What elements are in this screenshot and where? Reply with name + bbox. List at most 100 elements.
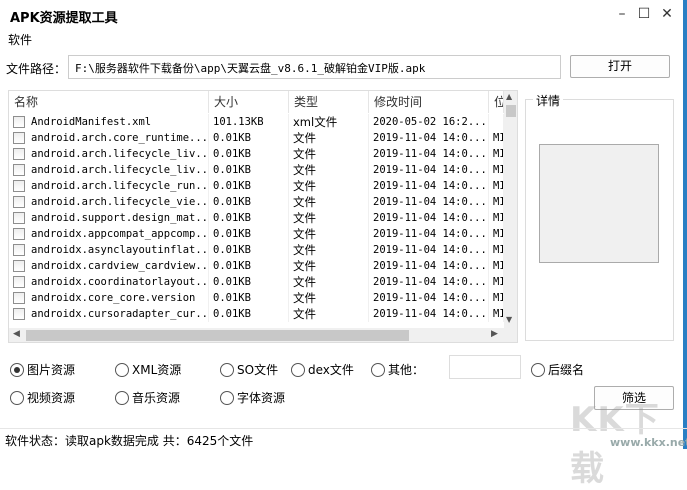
radio-dex[interactable]: dex文件 xyxy=(291,361,354,378)
column-header-type[interactable]: 类型 xyxy=(289,91,369,113)
window-edge xyxy=(683,0,687,449)
cell-type: 文件 xyxy=(289,178,369,194)
table-row[interactable]: android.arch.core_runtime.... 0.01KB 文件 201… xyxy=(9,130,504,146)
cell-type: 文件 xyxy=(289,258,369,274)
radio-label: 图片资源 xyxy=(27,363,76,377)
cell-size: 0.01KB xyxy=(209,258,289,274)
table-row[interactable]: android.arch.lifecycle_liv... 0.01KB 文件 201… xyxy=(9,146,504,162)
cell-name: androidx.cursoradapter_cur... xyxy=(9,306,209,322)
radio-label: 音乐资源 xyxy=(132,391,181,405)
menu-software[interactable]: 软件 xyxy=(8,31,32,48)
table-row[interactable]: androidx.cardview_cardview... 0.01KB 文件 201… xyxy=(9,258,504,274)
cell-type: 文件 xyxy=(289,274,369,290)
cell-modified: 2019-11-04 14:0... xyxy=(369,258,489,274)
cell-type: 文件 xyxy=(289,290,369,306)
cell-location: MI xyxy=(489,274,504,290)
table-row[interactable]: android.support.design_mat... 0.01KB 文件 201… xyxy=(9,210,504,226)
watermark-url: www.kkx.net xyxy=(610,436,687,449)
radio-video[interactable]: 视频资源 xyxy=(10,389,75,406)
cell-size: 0.01KB xyxy=(209,178,289,194)
cell-location xyxy=(489,114,504,130)
cell-type: xml文件 xyxy=(289,114,369,130)
cell-size: 0.01KB xyxy=(209,274,289,290)
scroll-down-icon[interactable]: ▼ xyxy=(506,315,512,324)
radio-so[interactable]: SO文件 xyxy=(220,361,278,378)
path-input[interactable]: F:\服务器软件下载备份\app\天翼云盘_v8.6.1_破解铂金VIP版.ap… xyxy=(68,55,561,79)
table-row[interactable]: android.arch.lifecycle_vie... 0.01KB 文件 201… xyxy=(9,194,504,210)
cell-modified: 2019-11-04 14:0... xyxy=(369,162,489,178)
scroll-up-icon[interactable]: ▲ xyxy=(506,92,512,101)
table-row[interactable]: android.arch.lifecycle_run... 0.01KB 文件 201… xyxy=(9,178,504,194)
table-row[interactable]: androidx.asynclayoutinflat... 0.01KB 文件 201… xyxy=(9,242,504,258)
cell-modified: 2019-11-04 14:0... xyxy=(369,178,489,194)
radio-label: 视频资源 xyxy=(27,391,76,405)
cell-location: MI xyxy=(489,194,504,210)
radio-suffix[interactable]: 后缀名 xyxy=(531,361,584,378)
cell-location: MI xyxy=(489,306,504,322)
radio-icon[interactable] xyxy=(10,362,24,377)
radio-icon[interactable] xyxy=(115,390,129,405)
radio-icon[interactable] xyxy=(10,390,24,405)
column-header-location[interactable]: 位 xyxy=(489,91,504,113)
radio-xml[interactable]: XML资源 xyxy=(115,361,181,378)
path-label: 文件路径： xyxy=(6,62,67,76)
cell-size: 0.01KB xyxy=(209,194,289,210)
minimize-button[interactable]: – xyxy=(614,6,630,22)
horizontal-scrollbar[interactable]: ◀ ▶ xyxy=(9,328,517,342)
radio-label: 其他： xyxy=(388,363,425,377)
cell-name: android.arch.lifecycle_liv... xyxy=(9,162,209,178)
cell-location: MI xyxy=(489,162,504,178)
radio-music[interactable]: 音乐资源 xyxy=(115,389,180,406)
radio-icon[interactable] xyxy=(220,390,234,405)
cell-modified: 2019-11-04 14:0... xyxy=(369,290,489,306)
cell-size: 0.01KB xyxy=(209,210,289,226)
table-row[interactable]: AndroidManifest.xml 101.13KB xml文件 2020-05-… xyxy=(9,114,504,130)
table-row[interactable]: androidx.core_core.version 0.01KB 文件 2019-1… xyxy=(9,290,504,306)
cell-modified: 2019-11-04 14:0... xyxy=(369,210,489,226)
cell-name: android.arch.lifecycle_vie... xyxy=(9,194,209,210)
cell-size: 0.01KB xyxy=(209,306,289,322)
table-row[interactable]: androidx.appcompat_appcomp... 0.01KB 文件 201… xyxy=(9,226,504,242)
column-header-modified[interactable]: 修改时间 xyxy=(369,91,489,113)
cell-size: 0.01KB xyxy=(209,242,289,258)
file-table: 名称 大小 类型 修改时间 位 AndroidManifest.xml101.1… xyxy=(8,90,518,343)
radio-icon[interactable] xyxy=(220,362,234,377)
radio-icon[interactable] xyxy=(531,362,545,377)
cell-type: 文件 xyxy=(289,306,369,322)
column-header-name[interactable]: 名称 xyxy=(9,91,209,113)
cell-location: MI xyxy=(489,290,504,306)
cell-name: android.arch.lifecycle_run... xyxy=(9,178,209,194)
scroll-right-icon[interactable]: ▶ xyxy=(491,329,498,339)
table-row[interactable]: android.arch.lifecycle_liv... 0.01KB 文件 201… xyxy=(9,162,504,178)
cell-size: 0.01KB xyxy=(209,146,289,162)
cell-type: 文件 xyxy=(289,210,369,226)
details-label: 详情 xyxy=(533,92,564,109)
cell-modified: 2019-11-04 14:0... xyxy=(369,274,489,290)
table-row[interactable]: androidx.cursoradapter_cur... 0.01KB 文件 201… xyxy=(9,306,504,322)
hscrollbar-thumb[interactable] xyxy=(26,330,409,341)
cell-location: MI xyxy=(489,210,504,226)
radio-image[interactable]: 图片资源 xyxy=(10,361,75,378)
radio-icon[interactable] xyxy=(291,362,305,377)
radio-label: dex文件 xyxy=(308,363,354,377)
cell-modified: 2019-11-04 14:0... xyxy=(369,146,489,162)
radio-font[interactable]: 字体资源 xyxy=(220,389,285,406)
radio-icon[interactable] xyxy=(371,362,385,377)
open-button[interactable]: 打开 xyxy=(570,55,670,78)
cell-modified: 2019-11-04 14:0... xyxy=(369,242,489,258)
cell-size: 101.13KB xyxy=(209,114,289,130)
scroll-left-icon[interactable]: ◀ xyxy=(13,329,20,339)
table-row[interactable]: androidx.coordinatorlayout... 0.01KB 文件 201… xyxy=(9,274,504,290)
window-title: APK资源提取工具 xyxy=(10,11,118,26)
vertical-scrollbar[interactable]: ▲ ▼ xyxy=(504,91,517,328)
cell-name: android.support.design_mat... xyxy=(9,210,209,226)
scrollbar-thumb[interactable] xyxy=(506,105,516,117)
cell-name: android.arch.core_runtime.... xyxy=(9,130,209,146)
maximize-button[interactable]: ☐ xyxy=(636,6,652,22)
column-header-size[interactable]: 大小 xyxy=(209,91,289,113)
close-button[interactable]: ✕ xyxy=(659,6,675,22)
other-extension-input[interactable] xyxy=(449,355,521,379)
radio-icon[interactable] xyxy=(115,362,129,377)
radio-other[interactable]: 其他： xyxy=(371,361,424,378)
cell-name: android.arch.lifecycle_liv... xyxy=(9,146,209,162)
